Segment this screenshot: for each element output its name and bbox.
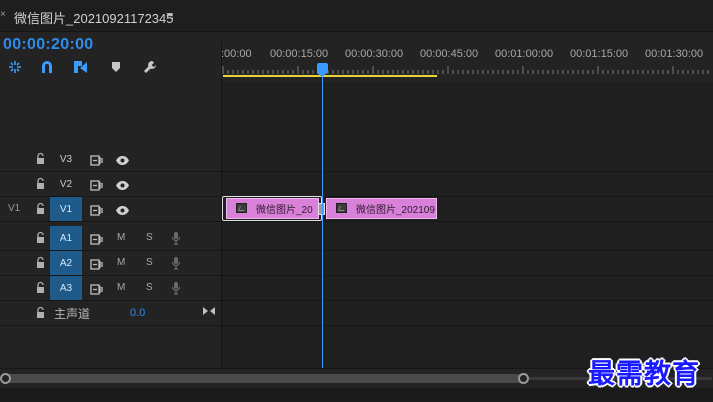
lock-icon[interactable] [36, 152, 45, 165]
lock-icon[interactable] [36, 281, 45, 294]
nest-icon[interactable] [6, 58, 24, 76]
track-master: 主声道 0.0 [0, 301, 713, 326]
master-track-label: 主声道 [54, 307, 91, 321]
linked-selection-icon[interactable] [71, 58, 89, 76]
sync-lock-icon[interactable] [90, 203, 103, 216]
lock-icon[interactable] [36, 177, 45, 190]
track-name[interactable]: V2 [50, 172, 82, 196]
clip-name: 微信图片_202109 [356, 205, 435, 216]
mute-button[interactable]: M [117, 282, 125, 293]
track-header: V3 [0, 147, 221, 171]
ruler-label: 00:01:30:00 [645, 48, 704, 60]
clip-name: 微信图片_20 [256, 205, 313, 216]
go-to-end-icon[interactable] [202, 304, 216, 318]
track-a3: A3 M S [0, 276, 713, 301]
lock-icon[interactable] [36, 306, 45, 319]
source-patch-v1[interactable]: V1 [8, 203, 20, 214]
ruler-label: 00:00:45:00 [420, 48, 479, 60]
ruler-label: 00:00:30:00 [345, 48, 404, 60]
lock-icon[interactable] [36, 231, 45, 244]
track-name[interactable]: A1 [50, 226, 82, 250]
playhead-timecode[interactable]: 00:00:20:00 [3, 36, 93, 54]
mute-button[interactable]: M [117, 257, 125, 268]
lock-icon[interactable] [36, 256, 45, 269]
solo-button[interactable]: S [146, 232, 153, 243]
playhead-line[interactable] [322, 72, 323, 368]
time-ruler[interactable]: :00:00 00:00:15:00 00:00:30:00 00:00:45:… [221, 40, 713, 82]
wrench-icon[interactable] [141, 58, 159, 76]
solo-button[interactable]: S [146, 282, 153, 293]
microphone-icon[interactable] [171, 231, 181, 245]
scrollbar-right-handle[interactable] [518, 373, 529, 384]
eye-icon[interactable] [115, 203, 130, 215]
panel-menu-icon[interactable]: ≡ [166, 8, 174, 23]
track-header: A2 M S [0, 251, 221, 275]
ruler-label: 00:01:15:00 [570, 48, 629, 60]
ruler-label: 00:01:00:00 [495, 48, 554, 60]
work-area-bar[interactable] [223, 75, 437, 77]
microphone-icon[interactable] [171, 281, 181, 295]
eye-icon[interactable] [115, 178, 130, 190]
marker-icon[interactable] [107, 58, 125, 76]
mute-button[interactable]: M [117, 232, 125, 243]
ruler-label: :00:00 [221, 48, 252, 60]
track-a1: A1 M S [0, 226, 713, 251]
sync-lock-icon[interactable] [90, 153, 103, 166]
track-name[interactable]: V1 [50, 197, 82, 221]
track-header: A1 M S [0, 226, 221, 250]
watermark-logo: 最需教育 [588, 359, 700, 390]
ruler-label: 00:00:15:00 [270, 48, 329, 60]
master-volume-value[interactable]: 0.0 [130, 307, 145, 319]
scrollbar-left-handle[interactable] [0, 373, 11, 384]
track-header: V1 V1 [0, 197, 221, 221]
snap-icon[interactable] [38, 58, 56, 76]
track-header: V2 [0, 172, 221, 196]
video-clip[interactable]: 微信图片_20 [226, 198, 319, 219]
track-name[interactable]: A2 [50, 251, 82, 275]
sync-lock-icon[interactable] [90, 282, 103, 295]
sequence-tab-bar: × 微信图片_20210921172345 ≡ [0, 0, 713, 32]
track-header: 主声道 0.0 [0, 301, 221, 325]
track-name[interactable]: A3 [50, 276, 82, 300]
sequence-tab-title[interactable]: 微信图片_20210921172345 [14, 8, 174, 27]
fx-badge-icon [236, 203, 247, 213]
sync-lock-icon[interactable] [90, 178, 103, 191]
track-v3: V3 [0, 147, 713, 172]
lock-icon[interactable] [36, 202, 45, 215]
sync-lock-icon[interactable] [90, 232, 103, 245]
microphone-icon[interactable] [171, 256, 181, 270]
solo-button[interactable]: S [146, 257, 153, 268]
sync-lock-icon[interactable] [90, 257, 103, 270]
video-clip[interactable]: 微信图片_202109 [326, 198, 437, 219]
close-tab-icon[interactable]: × [0, 9, 6, 20]
track-v2: V2 [0, 172, 713, 197]
eye-icon[interactable] [115, 153, 130, 165]
fx-badge-icon [336, 203, 347, 213]
track-a2: A2 M S [0, 251, 713, 276]
track-name[interactable]: V3 [50, 147, 82, 171]
track-header: A3 M S [0, 276, 221, 300]
scrollbar-thumb[interactable] [4, 374, 524, 383]
